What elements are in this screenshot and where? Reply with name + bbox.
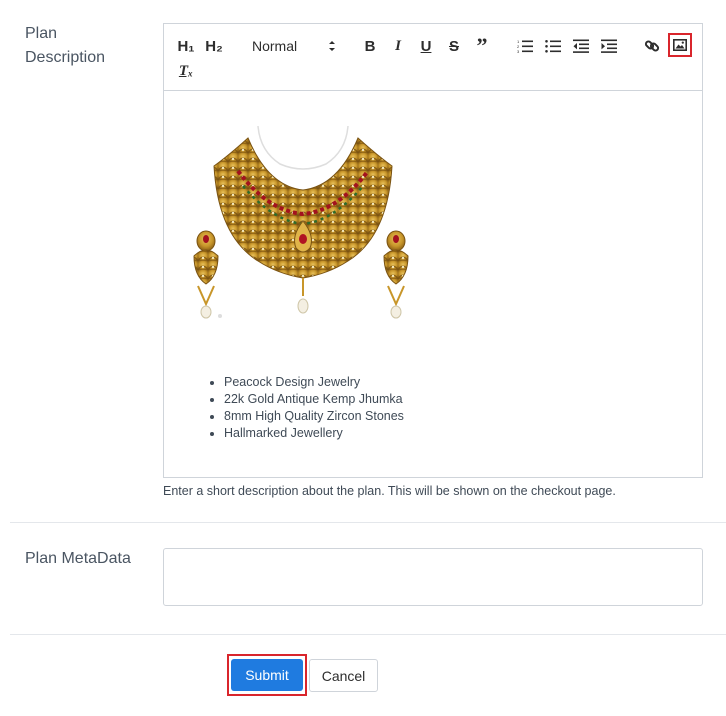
section-divider xyxy=(10,634,726,635)
strikethrough-button[interactable]: S xyxy=(442,35,466,57)
plan-metadata-label: Plan MetaData xyxy=(25,550,131,567)
necklace-image xyxy=(193,126,409,319)
ordered-list-icon[interactable]: 123 xyxy=(513,35,537,57)
indent-icon[interactable] xyxy=(597,35,621,57)
select-arrows-icon xyxy=(329,41,335,51)
list-item: Hallmarked Jewellery xyxy=(224,425,404,442)
heading-2-button[interactable]: H₂ xyxy=(202,35,226,57)
plan-description-help: Enter a short description about the plan… xyxy=(163,484,616,498)
svg-text:3: 3 xyxy=(517,49,520,53)
editor-toolbar: H₁ H₂ Normal B I U S ” 123 Tₓ xyxy=(164,24,702,91)
submit-button[interactable]: Submit xyxy=(231,659,303,691)
plan-description-label: Plan Description xyxy=(25,25,106,66)
list-item: 22k Gold Antique Kemp Jhumka xyxy=(224,391,404,408)
format-select-value: Normal xyxy=(252,38,298,54)
clear-format-button[interactable]: Tₓ xyxy=(174,60,198,82)
section-divider xyxy=(10,522,726,523)
blockquote-button[interactable]: ” xyxy=(470,33,494,58)
list-item: Peacock Design Jewelry xyxy=(224,374,404,391)
editor-content[interactable]: Peacock Design Jewelry 22k Gold Antique … xyxy=(164,92,702,477)
submit-highlight: Submit xyxy=(227,654,307,696)
rich-text-editor[interactable]: H₁ H₂ Normal B I U S ” 123 Tₓ • Peacock … xyxy=(163,23,703,478)
list-item: 8mm High Quality Zircon Stones xyxy=(224,408,404,425)
feature-list: Peacock Design Jewelry 22k Gold Antique … xyxy=(214,374,404,442)
outdent-icon[interactable] xyxy=(569,35,593,57)
bullet-list-icon[interactable] xyxy=(541,35,565,57)
cancel-button[interactable]: Cancel xyxy=(309,659,378,692)
format-select[interactable]: Normal xyxy=(250,35,340,57)
plan-metadata-input[interactable] xyxy=(163,548,703,606)
italic-button[interactable]: I xyxy=(386,35,410,57)
image-icon xyxy=(673,39,687,51)
underline-button[interactable]: U xyxy=(414,35,438,57)
link-icon[interactable] xyxy=(640,35,664,57)
bold-button[interactable]: B xyxy=(358,35,382,57)
insert-image-button[interactable] xyxy=(668,33,692,57)
heading-1-button[interactable]: H₁ xyxy=(174,35,198,57)
